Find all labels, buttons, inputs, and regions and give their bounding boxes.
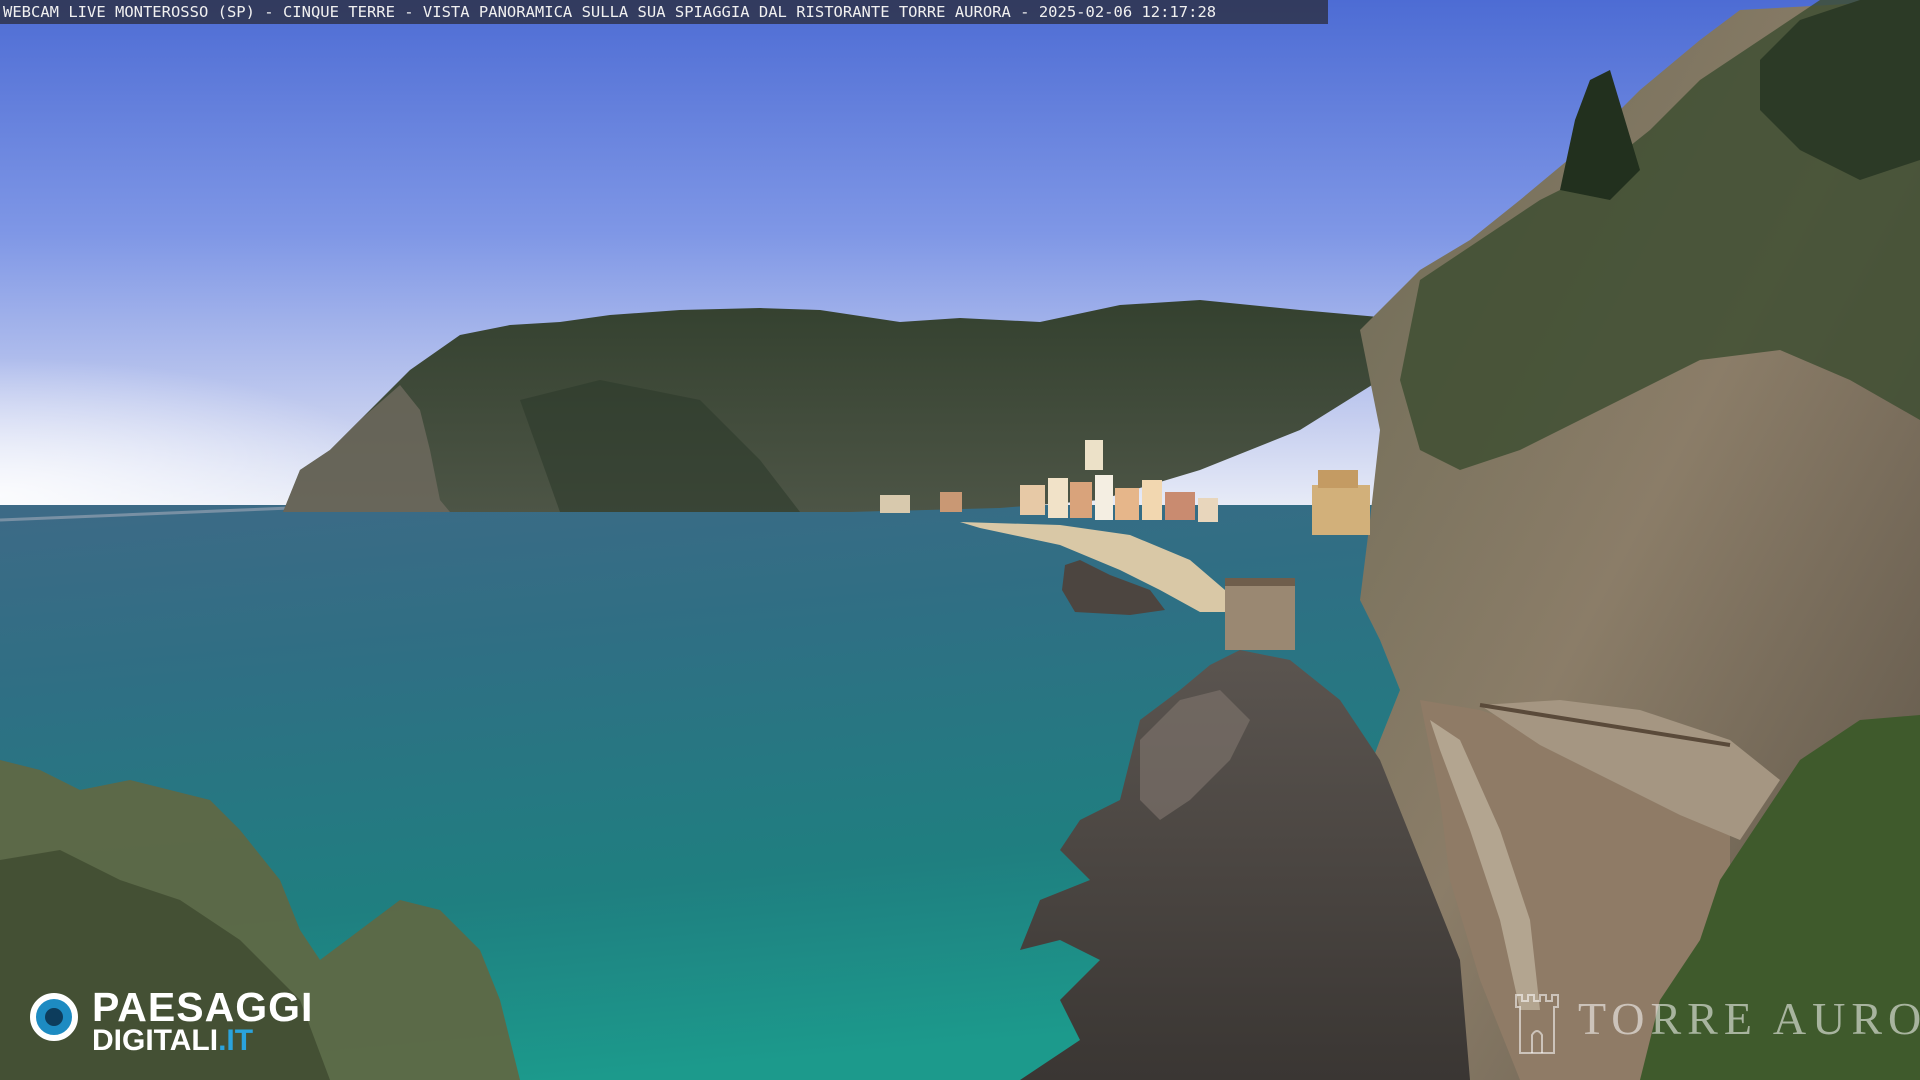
watermark-text: TORRE AURORA xyxy=(1578,993,1920,1044)
logo-line2: DIGITALI.IT xyxy=(92,1025,253,1057)
cliff-house xyxy=(1225,580,1295,650)
paesaggi-digitali-logo: PAESAGGI DIGITALI.IT xyxy=(26,985,336,1057)
logo-tld: .IT xyxy=(218,1024,254,1057)
tower-icon xyxy=(1515,994,1559,1054)
webcam-scene xyxy=(0,0,1920,1080)
cliff-house-roof xyxy=(1225,578,1295,586)
torre-aurora-watermark: TORRE AURORA xyxy=(1512,985,1920,1055)
eye-logo-icon xyxy=(30,993,78,1041)
logo-line1: PAESAGGI xyxy=(92,984,314,1030)
tower-building xyxy=(1312,485,1370,535)
logo-line2-main: DIGITALI xyxy=(92,1024,219,1057)
webcam-caption: WEBCAM LIVE MONTEROSSO (SP) - CINQUE TER… xyxy=(0,0,1328,24)
tower-building-upper xyxy=(1318,470,1358,488)
